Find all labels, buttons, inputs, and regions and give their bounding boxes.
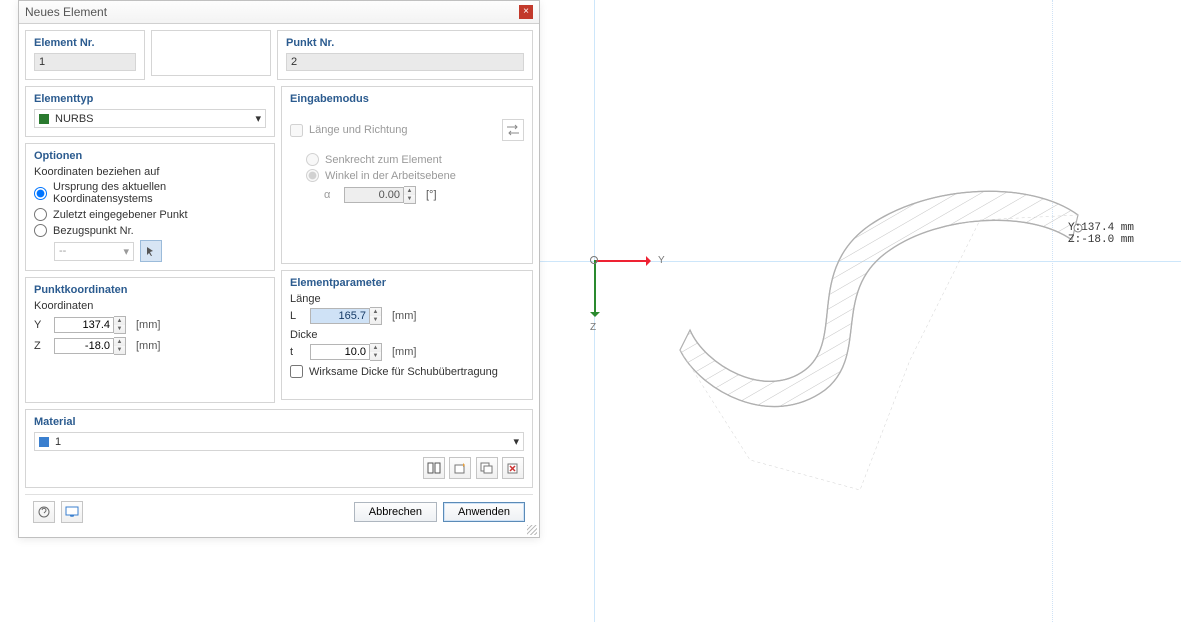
dicke-label: Dicke xyxy=(290,329,524,341)
footer: Abbrechen Anwenden xyxy=(25,494,533,531)
punkt-nr-value: 2 xyxy=(286,53,524,71)
laenge-label: Länge xyxy=(290,293,524,305)
punktkoordinaten-group: Punktkoordinaten Koordinaten Y ▲▼ [mm] Z… xyxy=(25,277,275,403)
cancel-button[interactable]: Abbrechen xyxy=(354,502,437,522)
delete-icon xyxy=(506,462,520,474)
cursor-readout: Y:137.4 mm Z:-18.0 mm xyxy=(1068,222,1134,246)
element-nr-label: Element Nr. xyxy=(34,37,136,49)
elementtyp-group: Elementtyp NURBS ▾ xyxy=(25,86,275,137)
z-input[interactable]: ▲▼ xyxy=(54,337,126,355)
spacer-group xyxy=(151,30,271,76)
optionen-group: Optionen Koordinaten beziehen auf Urspru… xyxy=(25,143,275,271)
close-button[interactable]: × xyxy=(519,5,533,19)
y-label: Y xyxy=(34,319,48,331)
copy-icon xyxy=(480,462,494,474)
chevron-up-icon[interactable]: ▲ xyxy=(114,338,125,346)
punktkoordinaten-title: Punktkoordinaten xyxy=(34,284,266,296)
chevron-up-icon[interactable]: ▲ xyxy=(370,308,381,316)
punkt-nr-label: Punkt Nr. xyxy=(286,37,524,49)
optionen-title: Optionen xyxy=(34,150,266,162)
help-button[interactable] xyxy=(33,501,55,523)
radio-senkrecht: Senkrecht zum Element xyxy=(306,153,524,166)
element-nr-value: 1 xyxy=(34,53,136,71)
material-value: 1 xyxy=(55,436,61,448)
help-icon xyxy=(38,506,50,518)
bezugspunkt-select[interactable]: --▾ xyxy=(54,242,134,261)
book-icon xyxy=(427,462,441,474)
chevron-up-icon: ▲ xyxy=(404,187,415,195)
new-material-button[interactable] xyxy=(449,457,471,479)
chevron-down-icon: ▾ xyxy=(255,112,261,125)
punkt-nr-group: Punkt Nr. 2 xyxy=(277,30,533,80)
t-unit: [mm] xyxy=(392,346,416,358)
chevron-up-icon[interactable]: ▲ xyxy=(114,317,125,325)
z-unit: [mm] xyxy=(136,340,160,352)
new-icon xyxy=(453,462,467,474)
alpha-label: α xyxy=(324,189,338,201)
eingabemodus-title: Eingabemodus xyxy=(290,93,524,105)
delete-material-button[interactable] xyxy=(502,457,524,479)
material-select[interactable]: 1 ▾ xyxy=(34,432,524,451)
radio-zuletzt[interactable]: Zuletzt eingegebener Punkt xyxy=(34,208,266,221)
l-unit: [mm] xyxy=(392,310,416,322)
alpha-unit: [°] xyxy=(426,189,437,201)
wirksame-dicke-check[interactable]: Wirksame Dicke für Schubübertragung xyxy=(290,365,524,378)
library-button[interactable] xyxy=(423,457,445,479)
t-input[interactable]: ▲▼ xyxy=(310,343,382,361)
z-axis-label: Z xyxy=(590,322,596,333)
element-nr-group: Element Nr. 1 xyxy=(25,30,145,80)
swap-icon xyxy=(506,124,520,136)
laenge-richtung-check[interactable]: Länge und Richtung xyxy=(290,124,407,137)
viewport[interactable]: Y Z Y:137.4 mm Z:-18.0 mm xyxy=(540,0,1181,622)
elementtyp-value: NURBS xyxy=(55,113,94,125)
optionen-subtitle: Koordinaten beziehen auf xyxy=(34,166,266,178)
chevron-down-icon[interactable]: ▼ xyxy=(114,346,125,354)
color-swatch-icon xyxy=(39,437,49,447)
radio-winkel: Winkel in der Arbeitsebene xyxy=(306,169,524,182)
chevron-down-icon[interactable]: ▼ xyxy=(114,325,125,333)
chevron-up-icon[interactable]: ▲ xyxy=(370,344,381,352)
y-input[interactable]: ▲▼ xyxy=(54,316,126,334)
chevron-down-icon[interactable]: ▼ xyxy=(370,352,381,360)
elementtyp-select[interactable]: NURBS ▾ xyxy=(34,109,266,128)
l-input[interactable]: ▲▼ xyxy=(310,307,382,325)
apply-button[interactable]: Anwenden xyxy=(443,502,525,522)
elementtyp-label: Elementtyp xyxy=(34,93,266,105)
z-label: Z xyxy=(34,340,48,352)
pointer-icon xyxy=(145,245,157,257)
new-element-dialog: Neues Element × Element Nr. 1 Punkt Nr. … xyxy=(18,0,540,538)
material-title: Material xyxy=(34,416,524,428)
alpha-input: ▲▼ xyxy=(344,186,416,204)
chevron-down-icon: ▾ xyxy=(123,245,129,258)
radio-bezugspunkt[interactable]: Bezugspunkt Nr. xyxy=(34,224,266,237)
dialog-title: Neues Element xyxy=(25,5,107,19)
radio-ursprung[interactable]: Ursprung des aktuellen Koordinatensystem… xyxy=(34,181,266,205)
nurbs-element-shape xyxy=(630,160,1090,500)
l-label: L xyxy=(290,310,304,322)
resize-grip[interactable] xyxy=(527,525,537,535)
monitor-icon xyxy=(65,506,79,518)
chevron-down-icon[interactable]: ▼ xyxy=(370,316,381,324)
eingabemodus-group: Eingabemodus Länge und Richtung Senkrech… xyxy=(281,86,533,264)
elementparameter-group: Elementparameter Länge L ▲▼ [mm] Dicke t… xyxy=(281,270,533,400)
chevron-down-icon: ▾ xyxy=(513,435,519,448)
t-label: t xyxy=(290,346,304,358)
chevron-down-icon: ▼ xyxy=(404,195,415,203)
material-group: Material 1 ▾ xyxy=(25,409,533,488)
y-unit: [mm] xyxy=(136,319,160,331)
pick-point-button[interactable] xyxy=(140,240,162,262)
direction-toggle-button[interactable] xyxy=(502,119,524,141)
color-swatch-icon xyxy=(39,114,49,124)
copy-material-button[interactable] xyxy=(476,457,498,479)
titlebar[interactable]: Neues Element × xyxy=(19,1,539,24)
elementparameter-title: Elementparameter xyxy=(290,277,524,289)
display-button[interactable] xyxy=(61,501,83,523)
koordinaten-label: Koordinaten xyxy=(34,300,266,312)
